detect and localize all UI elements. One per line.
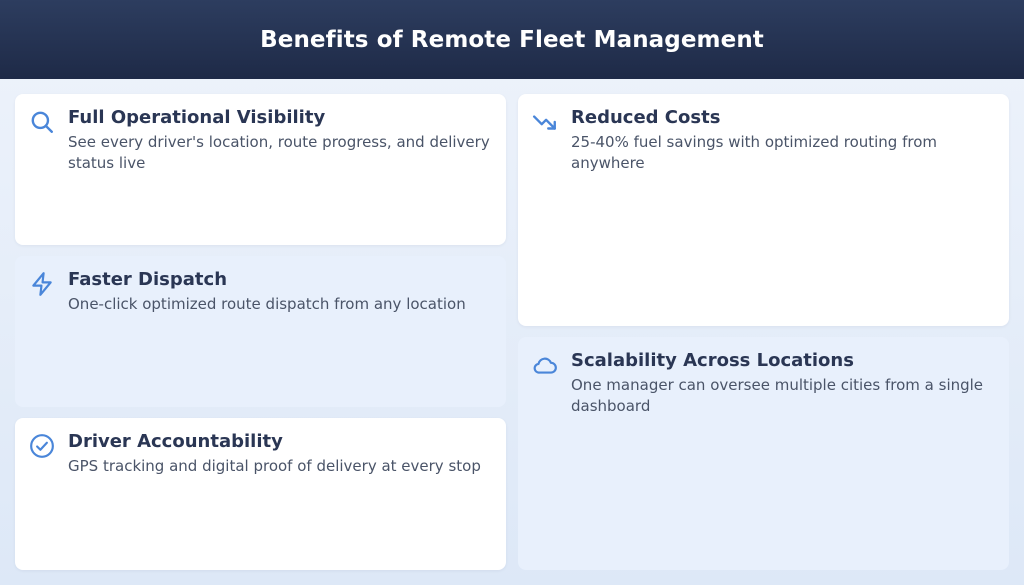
card-description: One-click optimized route dispatch from … [68,295,466,313]
page-header: Benefits of Remote Fleet Management [0,0,1024,79]
card-title: Driver Accountability [68,431,283,452]
card-faster-dispatch: Faster Dispatch One-click optimized rout… [15,256,506,407]
page-title: Benefits of Remote Fleet Management [260,26,764,53]
card-description: See every driver's location, route progr… [68,133,490,172]
card-full-operational-visibility: Full Operational Visibility See every dr… [15,94,506,245]
card-title: Full Operational Visibility [68,107,326,128]
trending-down-icon [532,109,558,135]
card-driver-accountability: Driver Accountability GPS tracking and d… [15,418,506,570]
card-title: Scalability Across Locations [571,350,854,371]
cloud-icon [532,352,558,378]
check-circle-icon [29,433,55,459]
card-title: Reduced Costs [571,107,721,128]
search-icon [29,109,55,135]
card-scalability-across-locations: Scalability Across Locations One manager… [518,337,1009,570]
card-description: GPS tracking and digital proof of delive… [68,457,481,475]
card-description: One manager can oversee multiple cities … [571,376,984,415]
card-title: Faster Dispatch [68,269,228,290]
card-description: 25-40% fuel savings with optimized routi… [571,133,938,172]
card-reduced-costs: Reduced Costs 25-40% fuel savings with o… [518,94,1009,326]
lightning-icon [29,271,55,297]
